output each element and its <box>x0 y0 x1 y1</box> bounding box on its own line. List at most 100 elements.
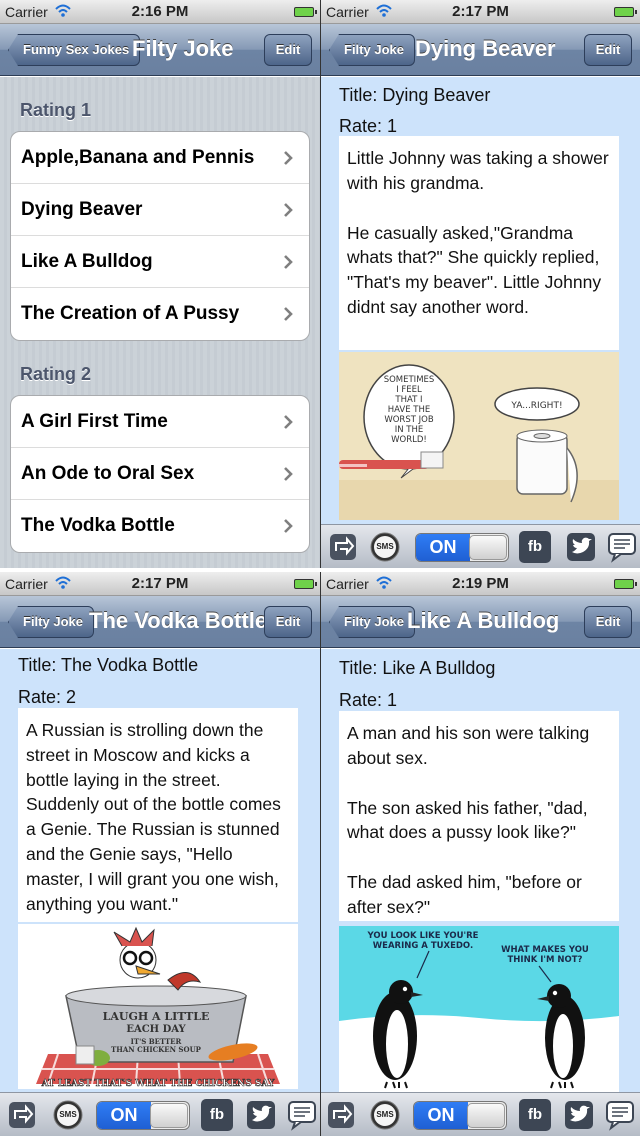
battery-icon <box>614 579 637 589</box>
joke-rate: Rate: 2 <box>18 687 77 707</box>
back-button[interactable]: Funny Sex Jokes <box>8 34 141 66</box>
list-item[interactable]: The Vodka Bottle <box>11 500 309 552</box>
back-button[interactable]: Filty Joke <box>8 606 94 638</box>
facebook-icon[interactable]: fb <box>519 531 551 563</box>
clock: 2:16 PM <box>131 3 189 20</box>
clock: 2:19 PM <box>452 575 509 592</box>
sms-icon[interactable]: SMS <box>369 531 401 563</box>
speech-text: SOMETIMES <box>384 375 435 385</box>
list-item-label: Like A Bulldog <box>21 251 153 272</box>
panel-divider <box>0 568 640 572</box>
speech-text: YOU LOOK LIKE YOU'RE <box>367 931 479 941</box>
chevron-right-icon <box>284 519 293 533</box>
list-item[interactable]: A Girl First Time <box>11 396 309 448</box>
rating-2-group: A Girl First Time An Ode to Oral Sex The… <box>10 395 310 553</box>
share-toolbar: SMS ON fb <box>321 524 640 568</box>
twitter-icon[interactable] <box>563 1099 595 1131</box>
clock: 2:17 PM <box>452 3 509 20</box>
speech-text: THINK I'M NOT? <box>508 955 583 965</box>
cartoon-image: YOU LOOK LIKE YOU'RE WEARING A TUXEDO. W… <box>339 926 619 1094</box>
chevron-right-icon <box>284 467 293 481</box>
status-bar: Carrier 2:16 PM <box>0 0 320 24</box>
facebook-icon[interactable]: fb <box>201 1099 233 1131</box>
toggle-label: ON <box>414 1102 468 1129</box>
chevron-right-icon <box>284 255 293 269</box>
list-item-label: A Girl First Time <box>21 411 168 432</box>
speech-text: HAVE THE <box>388 405 431 415</box>
on-off-toggle[interactable]: ON <box>96 1101 190 1130</box>
sms-label: SMS <box>376 1110 394 1119</box>
list-item[interactable]: Dying Beaver <box>11 184 309 236</box>
joke-title: Title: Like A Bulldog <box>339 658 496 678</box>
chevron-right-icon <box>284 307 293 321</box>
list-item[interactable]: Apple,Banana and Pennis <box>11 132 309 184</box>
comment-icon[interactable] <box>605 1099 637 1131</box>
share-toolbar: SMS ON fb <box>0 1092 320 1136</box>
list-item-label: Dying Beaver <box>21 199 143 220</box>
toggle-label: ON <box>97 1102 151 1129</box>
list-item-label: The Vodka Bottle <box>21 515 175 536</box>
section-header-rating-1: Rating 1 <box>20 100 92 120</box>
cartoon-drawing: SOMETIMES I FEEL THAT I HAVE THE WORST J… <box>339 352 619 520</box>
twitter-icon[interactable] <box>245 1099 277 1131</box>
joke-rate: Rate: 1 <box>339 690 398 710</box>
navigation-bar: Filty Joke Like A Bulldog Edit <box>321 596 640 648</box>
twitter-icon[interactable] <box>565 531 597 563</box>
list-item-label: Apple,Banana and Pennis <box>21 147 255 168</box>
edit-button[interactable]: Edit <box>264 34 312 66</box>
forward-icon[interactable] <box>325 1099 357 1131</box>
battery-icon <box>294 579 317 589</box>
toggle-knob <box>467 1103 505 1128</box>
chevron-right-icon <box>284 203 293 217</box>
joke-detail-screen: Carrier 2:17 PM Filty Joke The Vodka Bot… <box>0 572 320 1136</box>
joke-list-screen: Carrier 2:16 PM Funny Sex Jokes Filty Jo… <box>0 0 320 568</box>
edit-button[interactable]: Edit <box>584 34 632 66</box>
cartoon-text: LAUGH A LITTLE <box>103 1010 210 1023</box>
on-off-toggle[interactable]: ON <box>415 533 509 562</box>
joke-content: Title: Like A Bulldog Rate: 1 A man and … <box>321 649 640 1136</box>
page-title: Dying Beaver <box>415 36 556 61</box>
sms-icon[interactable]: SMS <box>369 1099 401 1131</box>
joke-paragraph: A Russian is strolling down the street i… <box>26 720 281 914</box>
speech-text: WORST JOB <box>384 415 433 425</box>
speech-text: IN THE <box>395 425 424 435</box>
joke-paragraph: He casually asked,"Grandma whats that?" … <box>347 222 602 317</box>
clock: 2:17 PM <box>131 575 189 592</box>
speech-text: I FEEL <box>396 385 422 395</box>
back-button[interactable]: Filty Joke <box>329 606 415 638</box>
cartoon-caption: AT LEAST THAT'S WHAT THE CHICKENS SAY <box>41 1079 275 1089</box>
edit-button[interactable]: Edit <box>584 606 632 638</box>
sms-label: SMS <box>59 1110 77 1119</box>
battery-icon <box>614 7 637 17</box>
speech-text: WHAT MAKES YOU <box>501 945 589 955</box>
list-item[interactable]: An Ode to Oral Sex <box>11 448 309 500</box>
on-off-toggle[interactable]: ON <box>413 1101 507 1130</box>
section-header-rating-2: Rating 2 <box>20 364 92 384</box>
joke-paragraph: Little Johnny was taking a shower with h… <box>347 148 609 193</box>
chevron-right-icon <box>284 415 293 429</box>
cartoon-image: SOMETIMES I FEEL THAT I HAVE THE WORST J… <box>339 352 619 520</box>
back-button[interactable]: Filty Joke <box>329 34 415 66</box>
joke-text: A Russian is strolling down the street i… <box>18 708 298 922</box>
forward-icon[interactable] <box>327 531 359 563</box>
page-title: Filty Joke <box>132 36 234 61</box>
comment-icon[interactable] <box>287 1099 319 1131</box>
forward-icon[interactable] <box>6 1099 38 1131</box>
facebook-icon[interactable]: fb <box>519 1099 551 1131</box>
joke-rate: Rate: 1 <box>339 116 398 136</box>
speech-text: WEARING A TUXEDO. <box>373 941 473 951</box>
cartoon-drawing: LAUGH A LITTLE EACH DAY IT'S BETTER THAN… <box>18 924 298 1089</box>
sms-icon[interactable]: SMS <box>52 1099 84 1131</box>
status-bar: Carrier 2:17 PM <box>0 572 320 596</box>
joke-detail-screen: Carrier 2:19 PM Filty Joke Like A Bulldo… <box>321 572 640 1136</box>
joke-paragraph: The son asked his father, "dad, what doe… <box>347 797 588 843</box>
list-item[interactable]: The Creation of A Pussy <box>11 288 309 340</box>
edit-button[interactable]: Edit <box>264 606 312 638</box>
chevron-right-icon <box>284 151 293 165</box>
joke-text: Little Johnny was taking a shower with h… <box>339 136 619 350</box>
list-item[interactable]: Like A Bulldog <box>11 236 309 288</box>
joke-text: A man and his son were talking about sex… <box>339 711 619 921</box>
comment-icon[interactable] <box>607 531 639 563</box>
speech-text: WORLD! <box>391 435 427 445</box>
sms-label: SMS <box>376 542 394 551</box>
